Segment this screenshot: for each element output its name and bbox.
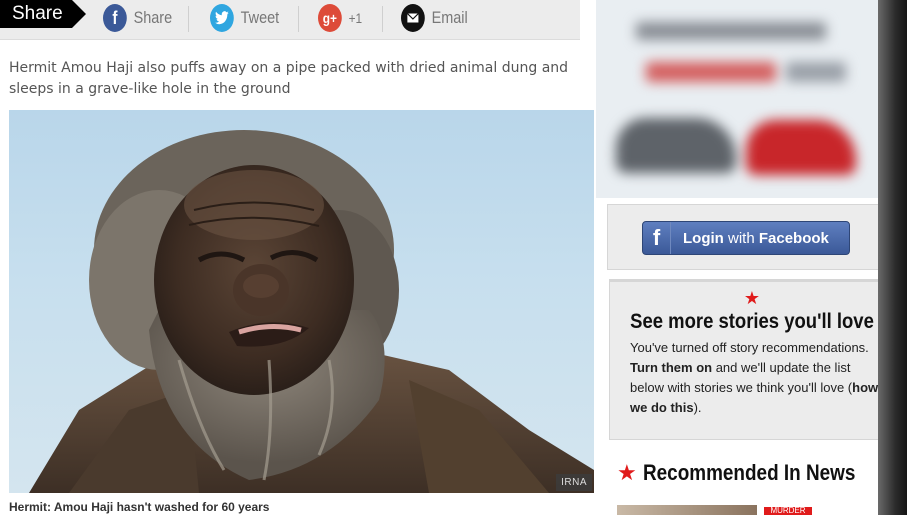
share-bar: Share f Share Tweet g+ +1 Email	[0, 0, 580, 40]
email-share-label: Email	[431, 8, 468, 27]
star-icon: ★	[617, 460, 637, 485]
article-intro-caption: Hermit Amou Haji also puffs away on a pi…	[9, 60, 569, 97]
recommended-tag: MURDER	[764, 507, 812, 515]
article-page: Share f Share Tweet g+ +1 Email Hermit A…	[0, 0, 880, 515]
recommended-thumbnail[interactable]	[617, 505, 757, 515]
ad-blurred-content	[596, 0, 878, 198]
divider	[188, 6, 189, 32]
panel-title: See more stories you'll love	[630, 310, 874, 333]
story-recommendations-panel: ★ See more stories you'll love You've tu…	[609, 279, 880, 440]
advertisement[interactable]	[596, 0, 878, 198]
facebook-share-label: Share	[133, 8, 173, 27]
photo-credit: IRNA	[556, 474, 592, 491]
hermit-photo-illustration	[29, 130, 594, 493]
divider	[298, 6, 299, 32]
recommended-title: Recommended In News	[642, 460, 856, 485]
facebook-login-panel: f Login with Facebook	[607, 204, 880, 270]
google-plus-button[interactable]: g+ +1	[318, 3, 362, 33]
page-edge-shadow	[878, 0, 907, 515]
twitter-tweet-button[interactable]: Tweet	[210, 3, 279, 33]
photo-caption: Hermit: Amou Haji hasn't washed for 60 y…	[9, 500, 270, 514]
google-plus-label: +1	[348, 10, 363, 26]
email-share-button[interactable]: Email	[401, 3, 468, 33]
facebook-login-label: Login with Facebook	[683, 229, 829, 247]
turn-them-on-link[interactable]: Turn them on	[630, 360, 712, 375]
article-photo[interactable]: IRNA	[9, 110, 594, 493]
facebook-share-button[interactable]: f Share	[103, 3, 172, 33]
recommended-heading: ★ Recommended In News	[617, 460, 880, 486]
google-plus-icon: g+	[318, 4, 342, 32]
email-icon	[401, 4, 425, 32]
panel-body: You've turned off story recommendations.…	[630, 340, 879, 415]
facebook-icon: f	[103, 4, 127, 32]
facebook-icon: f	[643, 222, 671, 254]
divider	[382, 6, 383, 32]
facebook-login-button[interactable]: f Login with Facebook	[642, 221, 850, 255]
twitter-tweet-label: Tweet	[240, 8, 280, 27]
share-tag: Share	[0, 0, 86, 28]
twitter-icon	[210, 4, 234, 32]
star-icon: ★	[743, 288, 761, 308]
